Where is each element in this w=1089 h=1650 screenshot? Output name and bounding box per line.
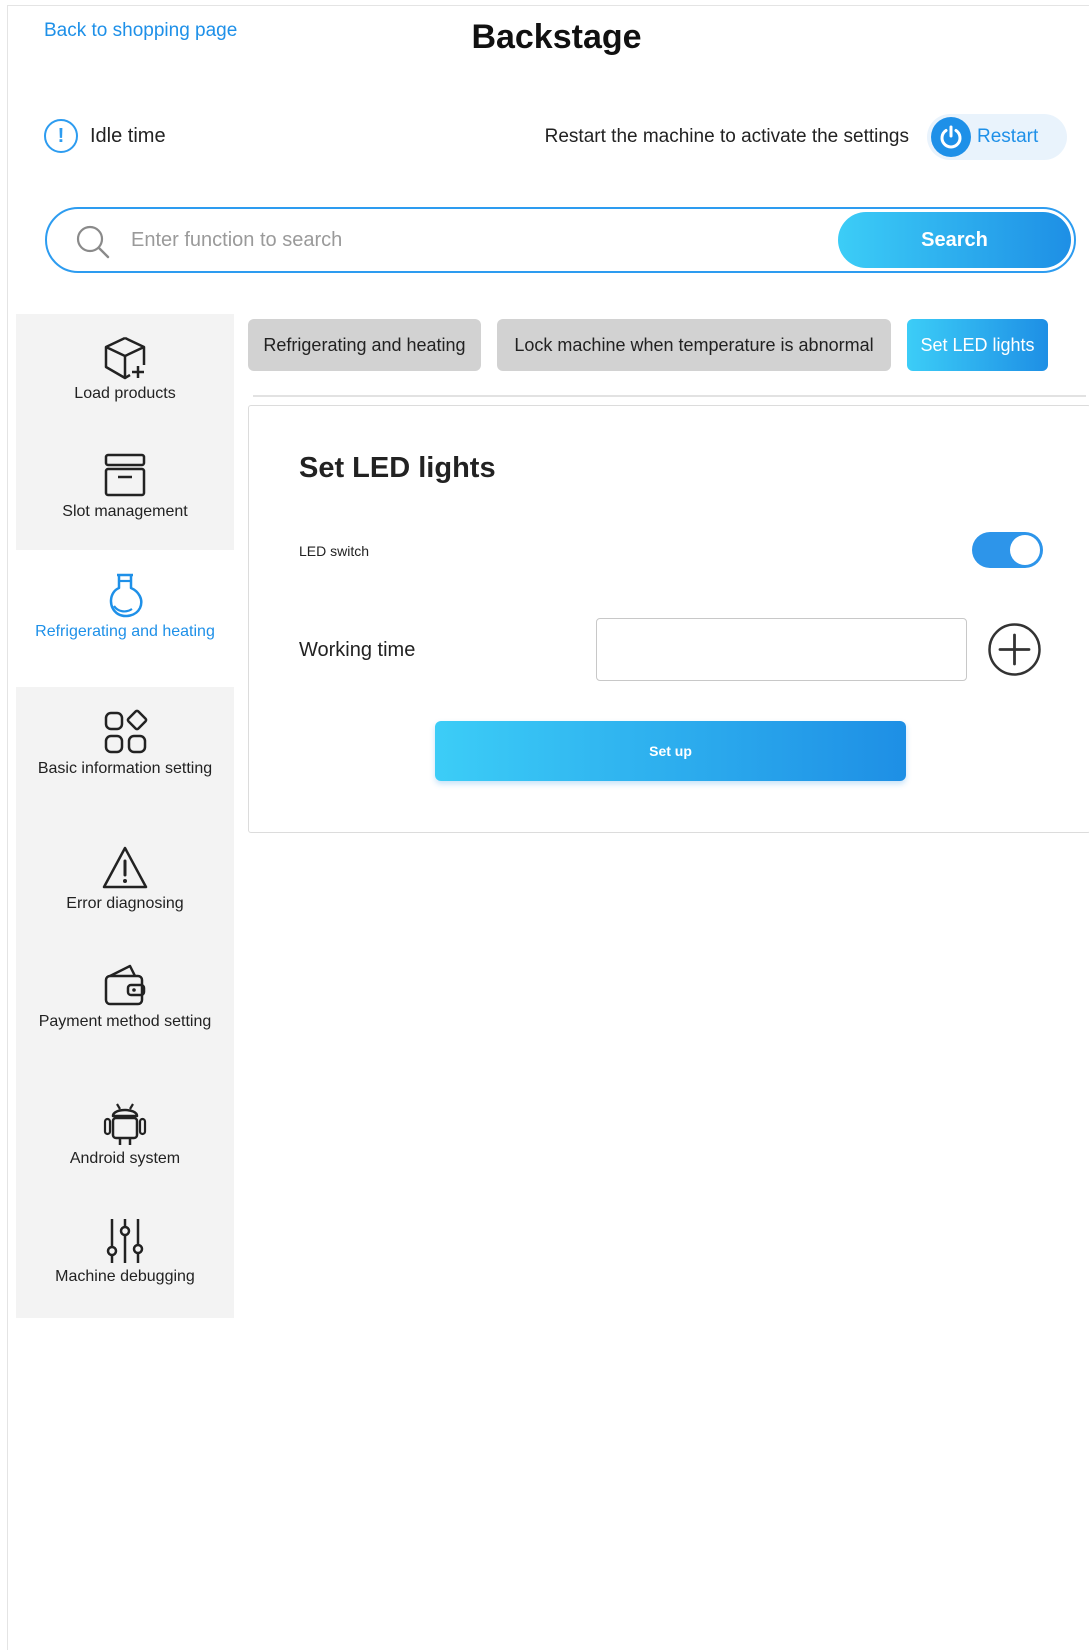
exclamation-circle-icon: !	[44, 119, 78, 153]
sidebar-item-label: Machine debugging	[55, 1268, 195, 1285]
sidebar-item-label: Android system	[69, 1150, 181, 1167]
sidebar-item-basic-information[interactable]: Basic information setting	[16, 687, 234, 822]
search-input[interactable]	[131, 221, 691, 259]
backstage-page: Back to shopping page Backstage ! Idle t…	[7, 5, 1089, 1650]
archive-box-icon	[104, 453, 146, 497]
sidebar-item-android-system[interactable]: Android system	[16, 1077, 234, 1195]
restart-button[interactable]: Restart	[927, 114, 1067, 160]
panel-title: Set LED lights	[299, 452, 496, 484]
sidebar-item-load-products[interactable]: Load products	[16, 314, 234, 432]
restart-hint-text: Restart the machine to activate the sett…	[544, 126, 909, 147]
tab-divider	[253, 395, 1086, 397]
search-bar: Search	[45, 207, 1076, 273]
android-icon	[103, 1103, 147, 1145]
status-row: ! Idle time Restart the machine to activ…	[44, 114, 1069, 164]
search-icon	[76, 225, 110, 259]
page-title: Backstage	[471, 18, 642, 56]
apps-grid-icon	[104, 709, 148, 754]
tab-lock-machine[interactable]: Lock machine when temperature is abnorma…	[497, 319, 891, 371]
sliders-icon	[106, 1219, 144, 1263]
sidebar-item-slot-management[interactable]: Slot management	[16, 432, 234, 550]
sidebar-item-machine-debugging[interactable]: Machine debugging	[16, 1195, 234, 1318]
sidebar-item-error-diagnosing[interactable]: Error diagnosing	[16, 822, 234, 940]
warning-triangle-icon	[102, 846, 148, 889]
bulb-refrigerate-icon	[109, 573, 143, 618]
search-button[interactable]: Search	[838, 212, 1071, 268]
sidebar-item-label: Basic information setting	[37, 760, 213, 777]
led-switch-label: LED switch	[299, 543, 370, 559]
sidebar-item-label: Error diagnosing	[66, 895, 184, 912]
toggle-knob	[1010, 535, 1040, 565]
plus-circle-icon[interactable]	[987, 622, 1042, 677]
working-time-label: Working time	[299, 639, 416, 661]
sidebar: Load products Slot management Refrigerat…	[16, 314, 234, 1318]
sidebar-item-label: Load products	[74, 385, 176, 402]
sidebar-item-label: Payment method setting	[38, 1013, 212, 1030]
idle-time-label: Idle time	[90, 125, 166, 147]
box-add-icon	[104, 336, 146, 380]
tab-refrigerating-heating[interactable]: Refrigerating and heating	[248, 319, 481, 371]
led-switch-toggle[interactable]	[972, 532, 1043, 568]
sidebar-item-label: Refrigerating and heating	[35, 623, 215, 640]
led-settings-panel: Set LED lights LED switch Working time S…	[248, 405, 1089, 833]
restart-label: Restart	[977, 126, 1039, 147]
tab-set-led-lights[interactable]: Set LED lights	[907, 319, 1048, 371]
working-time-input[interactable]	[596, 618, 967, 681]
sidebar-item-payment-method[interactable]: Payment method setting	[16, 940, 234, 1077]
tab-bar: Refrigerating and heating Lock machine w…	[248, 319, 1069, 371]
set-up-button[interactable]: Set up	[435, 721, 906, 781]
power-icon	[931, 117, 971, 157]
wallet-icon	[104, 964, 146, 1006]
sidebar-item-refrigerating-heating[interactable]: Refrigerating and heating	[16, 550, 234, 687]
sidebar-item-label: Slot management	[62, 503, 188, 520]
